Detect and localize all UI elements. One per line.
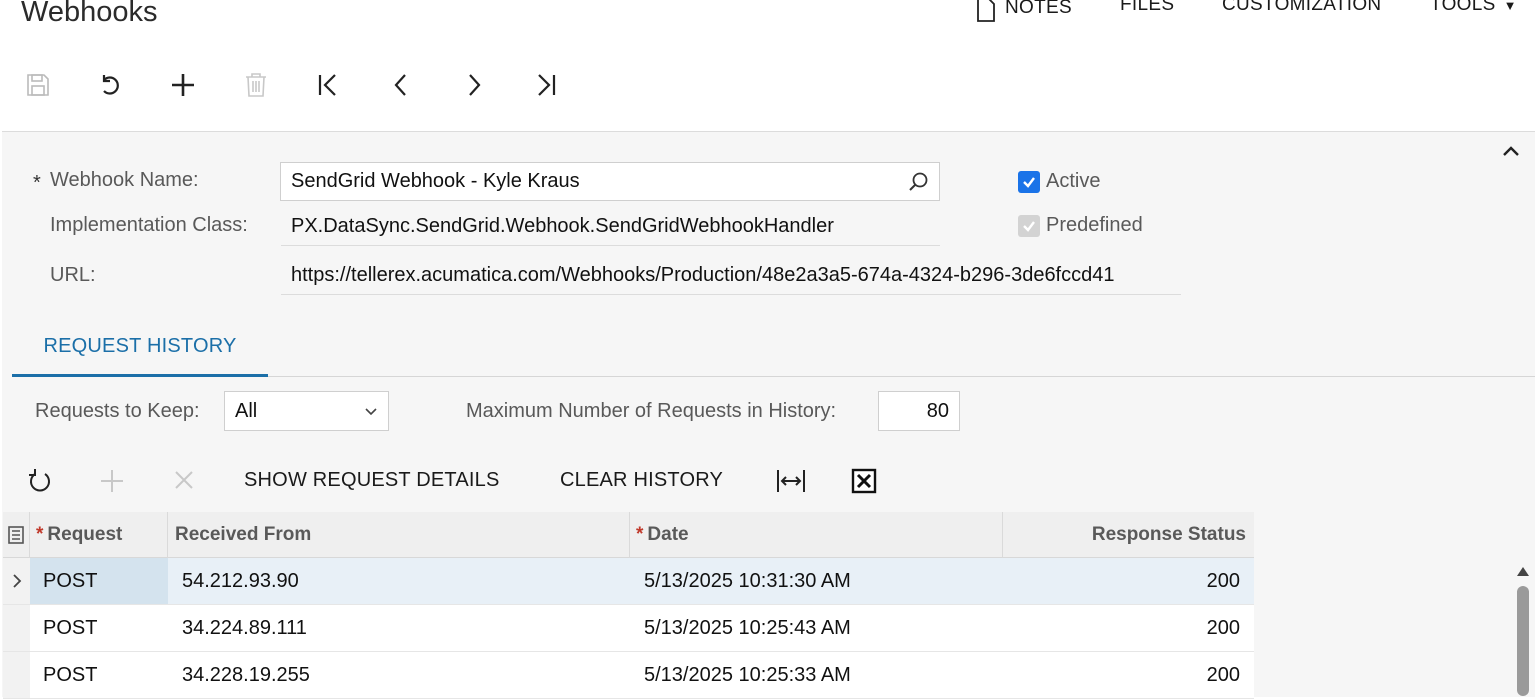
tab-request-history[interactable]: REQUEST HISTORY: [12, 319, 268, 377]
max-requests-value: 80: [926, 399, 949, 422]
last-record-button[interactable]: [526, 65, 566, 105]
page-title: Webhooks: [21, 0, 158, 28]
cell-received-from[interactable]: 54.212.93.90: [168, 558, 630, 605]
delete-button[interactable]: [236, 65, 276, 105]
delete-icon: [246, 73, 266, 97]
row-selector[interactable]: [3, 558, 30, 605]
export-excel-button[interactable]: [851, 468, 877, 499]
max-requests-input[interactable]: 80: [878, 391, 960, 431]
cell-response-status[interactable]: 200: [1003, 652, 1254, 699]
requests-to-keep-value: All: [235, 399, 258, 422]
scroll-up-button[interactable]: [1516, 564, 1530, 582]
undo-icon: [102, 75, 119, 95]
row-selector[interactable]: [3, 605, 30, 652]
search-icon[interactable]: [907, 171, 929, 193]
undo-button[interactable]: [90, 65, 130, 105]
show-request-details-button[interactable]: SHOW REQUEST DETAILS: [244, 469, 500, 492]
chevron-down-icon: [365, 408, 377, 416]
required-marker: *: [36, 523, 44, 545]
cell-request[interactable]: POST: [30, 652, 168, 699]
last-record-icon: [538, 74, 556, 96]
tools-button[interactable]: TOOLS ▼: [1430, 0, 1517, 16]
max-requests-label: Maximum Number of Requests in History:: [466, 400, 837, 422]
url-field: https://tellerex.acumatica.com/Webhooks/…: [281, 256, 1181, 295]
previous-record-icon: [394, 74, 406, 96]
webhook-name-value: SendGrid Webhook - Kyle Kraus: [291, 170, 580, 192]
row-selector[interactable]: [3, 652, 30, 699]
save-button[interactable]: [18, 65, 58, 105]
add-row-button[interactable]: [99, 468, 125, 499]
next-record-button[interactable]: [454, 65, 494, 105]
column-header-received-from[interactable]: Received From: [168, 512, 630, 558]
webhook-name-label: Webhook Name:: [50, 169, 199, 191]
chevron-up-icon: [1503, 146, 1519, 156]
webhook-name-input[interactable]: SendGrid Webhook - Kyle Kraus: [280, 162, 940, 201]
add-icon: [101, 470, 123, 492]
cell-request[interactable]: POST: [30, 558, 168, 605]
files-button[interactable]: FILES: [1120, 0, 1174, 16]
first-record-icon: [318, 74, 336, 96]
customization-label: CUSTOMIZATION: [1222, 0, 1382, 15]
previous-record-button[interactable]: [381, 65, 421, 105]
close-icon: [175, 471, 193, 489]
url-label: URL:: [50, 264, 96, 286]
excel-icon: [851, 468, 877, 494]
chevron-right-icon: [12, 574, 21, 588]
cell-request[interactable]: POST: [30, 605, 168, 652]
required-marker: *: [636, 523, 644, 545]
requests-to-keep-select[interactable]: All: [224, 391, 389, 431]
requests-to-keep-label: Requests to Keep:: [35, 400, 200, 422]
clear-history-button[interactable]: CLEAR HISTORY: [560, 469, 723, 492]
active-checkbox[interactable]: Active: [1018, 170, 1100, 193]
cell-response-status[interactable]: 200: [1003, 605, 1254, 652]
caret-down-icon: ▼: [1503, 0, 1517, 13]
delete-row-button[interactable]: [172, 468, 196, 497]
files-label: FILES: [1120, 0, 1175, 15]
column-header-response-status[interactable]: Response Status: [1003, 512, 1254, 558]
cell-received-from[interactable]: 34.228.19.255: [168, 652, 630, 699]
save-icon: [27, 74, 49, 96]
first-record-button[interactable]: [308, 65, 348, 105]
add-icon: [172, 74, 194, 96]
column-header-date[interactable]: * Date: [630, 512, 1003, 558]
next-record-icon: [469, 74, 481, 96]
implementation-class-label: Implementation Class:: [50, 214, 248, 236]
predefined-label: Predefined: [1046, 214, 1143, 236]
add-button[interactable]: [163, 65, 203, 105]
predefined-checkbox: Predefined: [1018, 214, 1143, 237]
row-selector-header[interactable]: [3, 512, 30, 558]
file-list-icon: [8, 525, 24, 544]
checkmark-icon: [1018, 170, 1040, 193]
column-header-request[interactable]: * Request: [30, 512, 168, 558]
refresh-icon: [29, 469, 50, 492]
refresh-button[interactable]: [26, 466, 54, 501]
active-label: Active: [1046, 170, 1101, 192]
implementation-class-field: PX.DataSync.SendGrid.Webhook.SendGridWeb…: [281, 207, 940, 246]
required-marker: *: [33, 172, 41, 194]
caret-up-icon: [1517, 567, 1529, 576]
cell-response-status[interactable]: 200: [1003, 558, 1254, 605]
cell-date[interactable]: 5/13/2025 10:25:43 AM: [630, 605, 1003, 652]
customization-button[interactable]: CUSTOMIZATION: [1222, 0, 1381, 16]
scrollbar-thumb[interactable]: [1517, 586, 1529, 696]
fit-width-icon: [777, 470, 805, 492]
collapse-button[interactable]: [1500, 140, 1522, 167]
note-icon: [977, 0, 995, 22]
notes-label: NOTES: [1005, 0, 1072, 18]
tools-label: TOOLS: [1430, 0, 1496, 15]
notes-button[interactable]: NOTES: [976, 0, 1072, 22]
checkmark-icon: [1018, 214, 1040, 237]
cell-received-from[interactable]: 34.224.89.111: [168, 605, 630, 652]
cell-date[interactable]: 5/13/2025 10:25:33 AM: [630, 652, 1003, 699]
cell-date[interactable]: 5/13/2025 10:31:30 AM: [630, 558, 1003, 605]
tab-bar: REQUEST HISTORY: [12, 319, 1535, 377]
fit-columns-button[interactable]: [775, 467, 807, 500]
